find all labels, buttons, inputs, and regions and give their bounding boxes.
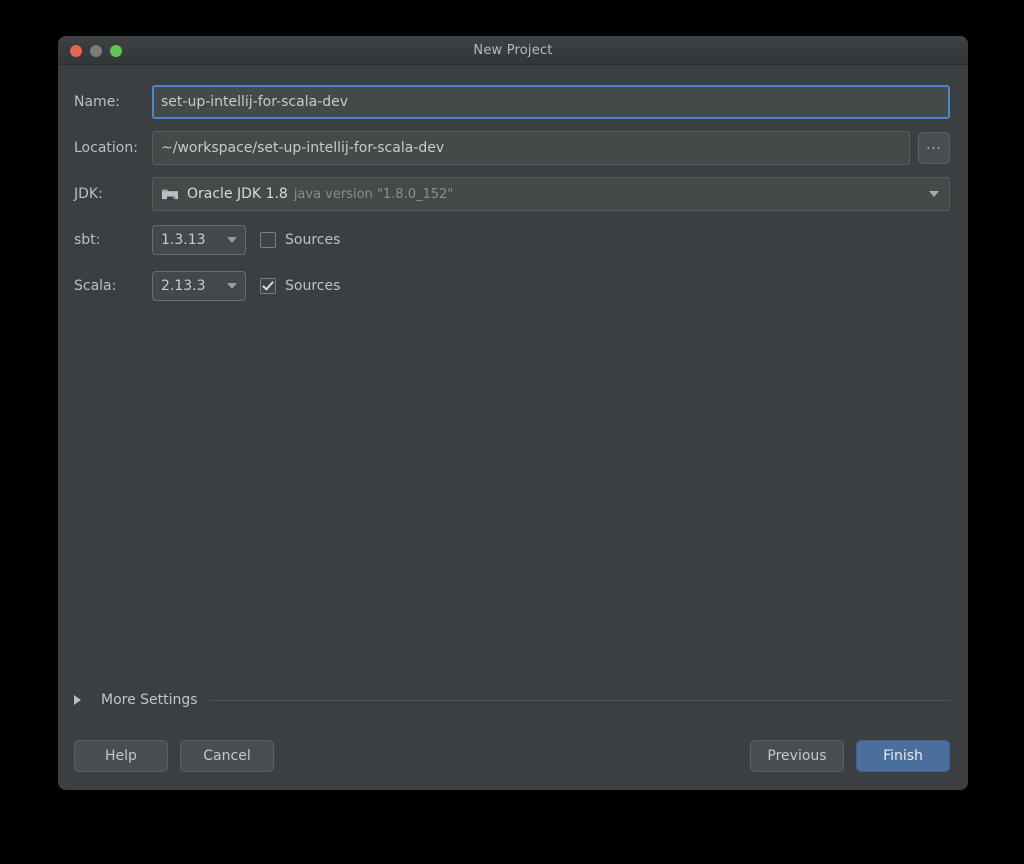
close-window-button[interactable] [70, 45, 82, 57]
more-settings-section[interactable]: More Settings [74, 692, 950, 708]
scala-sources-label: Sources [285, 278, 341, 294]
previous-button[interactable]: Previous [750, 740, 844, 772]
chevron-down-icon [227, 237, 237, 243]
scala-row: Scala: 2.13.3 Sources [58, 267, 968, 305]
screen: New Project Name: set-up-intellij-for-sc… [0, 0, 1024, 864]
dialog-button-bar: Help Cancel Previous Finish [58, 722, 968, 790]
chevron-right-icon[interactable] [74, 695, 88, 705]
scala-sources-checkbox[interactable] [260, 278, 276, 294]
sbt-sources-checkbox-wrap[interactable]: Sources [260, 232, 340, 248]
sbt-sources-label: Sources [285, 232, 341, 248]
window-title: New Project [473, 42, 553, 58]
scala-version-value: 2.13.3 [161, 278, 206, 294]
sbt-sources-checkbox[interactable] [260, 232, 276, 248]
jdk-version: java version "1.8.0_152" [293, 186, 454, 202]
window-titlebar: New Project [58, 36, 968, 65]
sbt-version-select[interactable]: 1.3.13 [152, 225, 246, 255]
project-location-input[interactable]: ~/workspace/set-up-intellij-for-scala-de… [152, 131, 910, 165]
more-settings-label: More Settings [101, 692, 198, 708]
scala-version-select[interactable]: 2.13.3 [152, 271, 246, 301]
divider [209, 699, 950, 701]
sbt-label: sbt: [74, 232, 101, 248]
new-project-dialog: New Project Name: set-up-intellij-for-sc… [58, 36, 968, 790]
name-row: Name: set-up-intellij-for-scala-dev [58, 83, 968, 121]
jdk-name: Oracle JDK 1.8 [187, 186, 288, 202]
jdk-select[interactable]: Oracle JDK 1.8 java version "1.8.0_152" [152, 177, 950, 211]
new-project-form: Name: set-up-intellij-for-scala-dev Loca… [58, 83, 968, 313]
jdk-label: JDK: [74, 186, 103, 202]
sbt-version-value: 1.3.13 [161, 232, 206, 248]
name-label: Name: [74, 94, 121, 110]
minimize-window-button[interactable] [90, 45, 102, 57]
location-label: Location: [74, 140, 138, 156]
project-name-input[interactable]: set-up-intellij-for-scala-dev [152, 85, 950, 119]
scala-sources-checkbox-wrap[interactable]: Sources [260, 278, 340, 294]
chevron-down-icon [227, 283, 237, 289]
help-button[interactable]: Help [74, 740, 168, 772]
finish-button[interactable]: Finish [856, 740, 950, 772]
browse-location-button[interactable]: ... [918, 132, 950, 164]
jdk-folder-icon [161, 186, 179, 202]
jdk-row: JDK: Oracle JDK 1.8 java version "1.8.0_… [58, 175, 968, 213]
location-row: Location: ~/workspace/set-up-intellij-fo… [58, 129, 968, 167]
scala-label: Scala: [74, 278, 117, 294]
chevron-down-icon [929, 191, 939, 197]
cancel-button[interactable]: Cancel [180, 740, 274, 772]
window-controls [70, 45, 122, 57]
dialog-body: Name: set-up-intellij-for-scala-dev Loca… [58, 65, 968, 790]
maximize-window-button[interactable] [110, 45, 122, 57]
sbt-row: sbt: 1.3.13 Sources [58, 221, 968, 259]
